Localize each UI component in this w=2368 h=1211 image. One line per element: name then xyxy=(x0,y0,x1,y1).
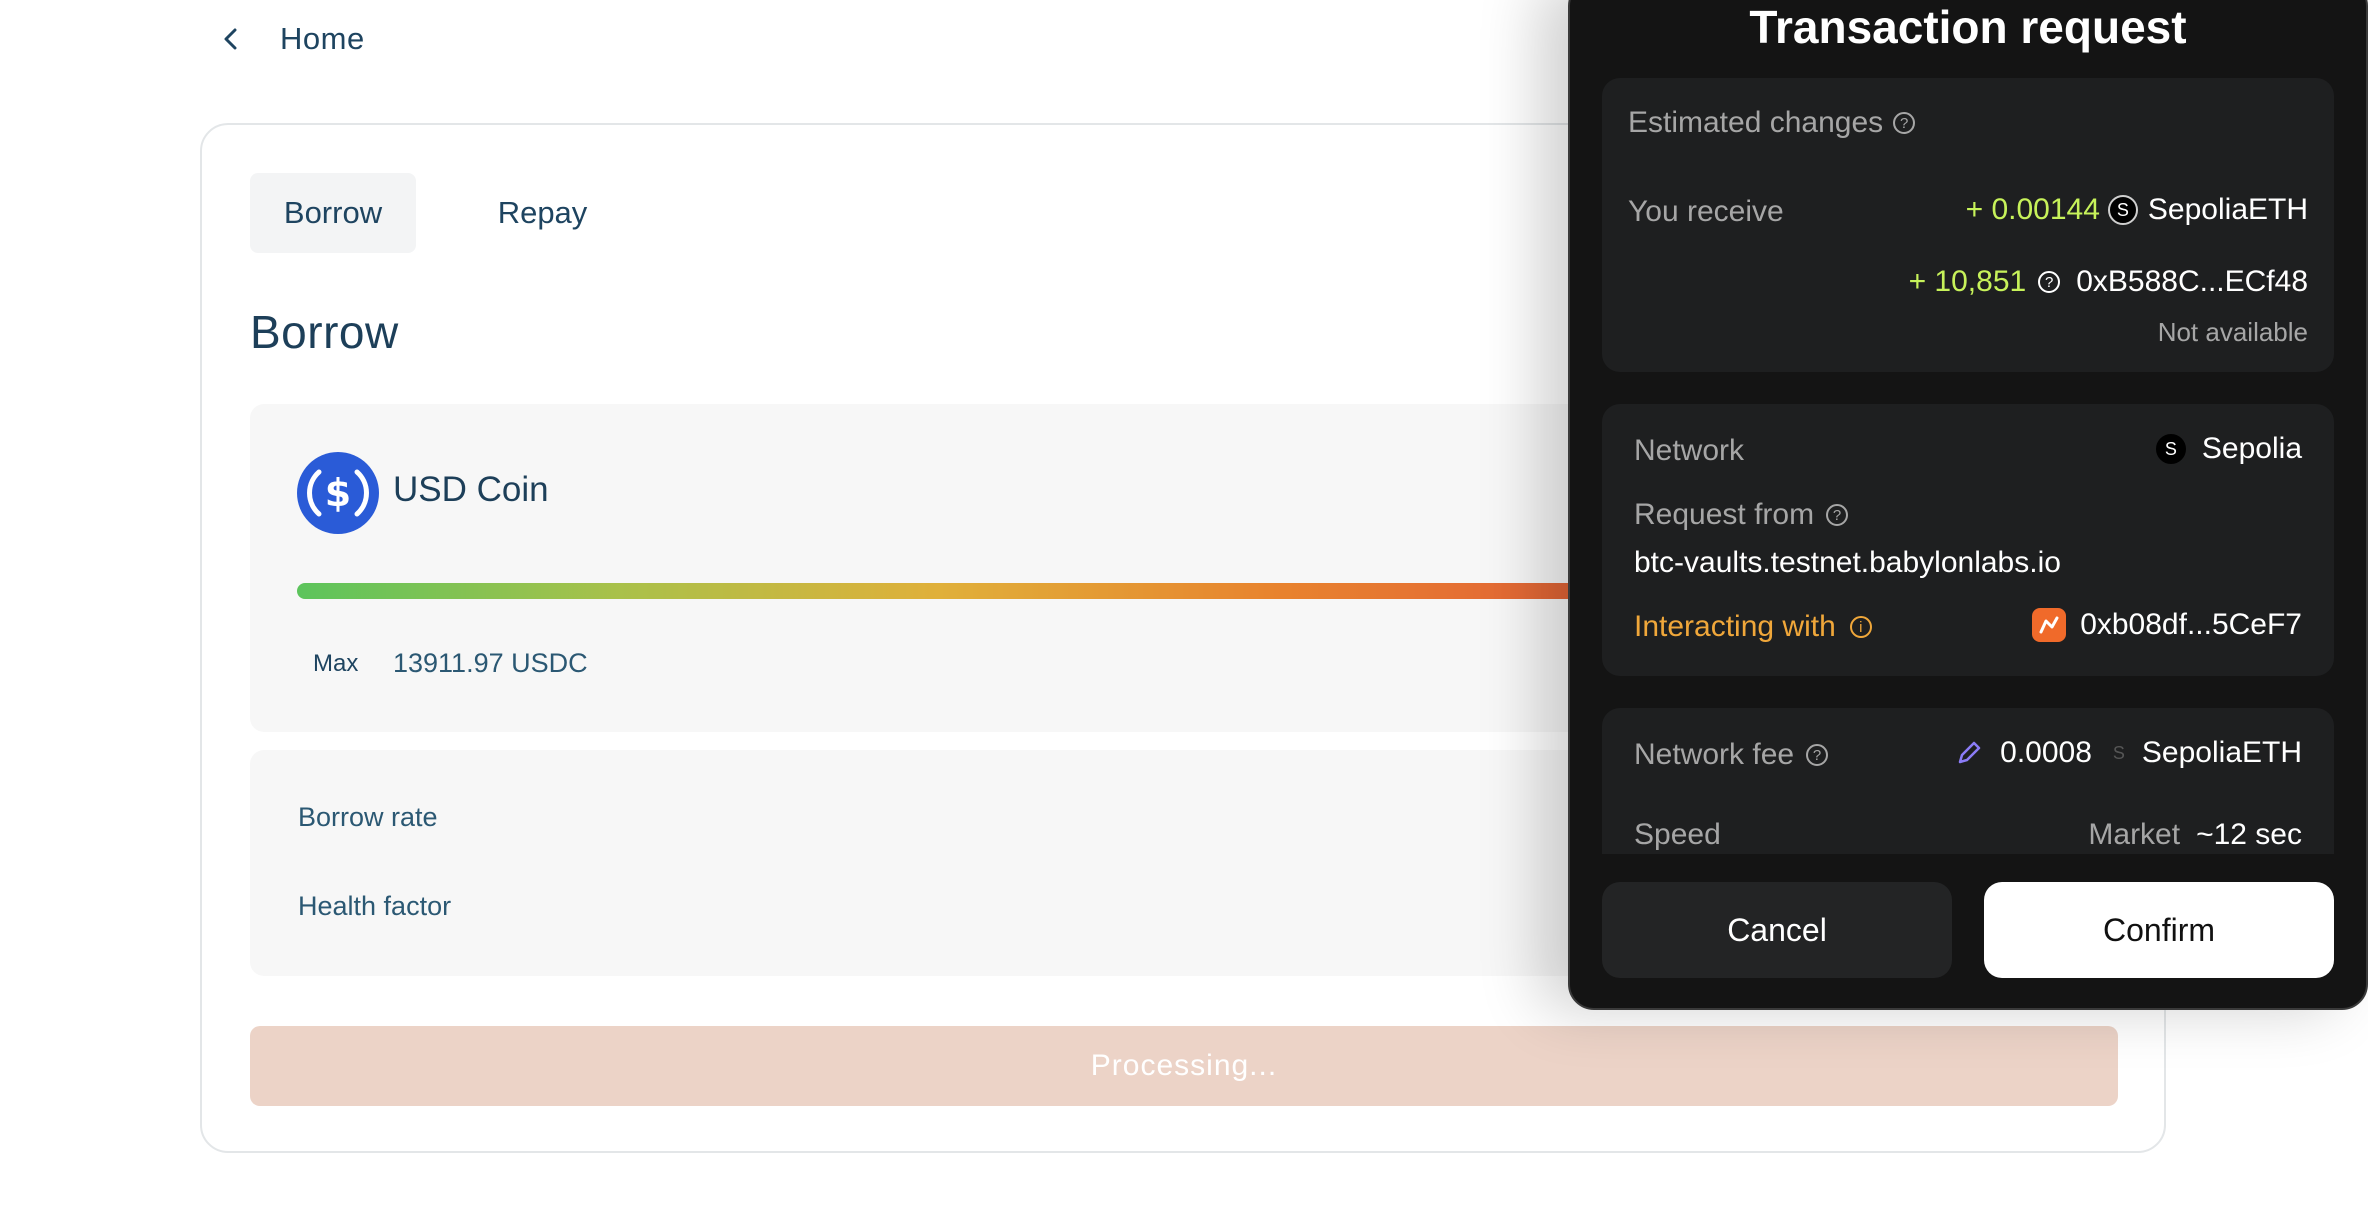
network-value-row: S Sepolia xyxy=(2155,432,2302,466)
receive-row-2: + 10,851 ? 0xB588C...ECf48 xyxy=(1909,265,2308,299)
request-from-label: Request from xyxy=(1634,498,1815,531)
you-receive-label: You receive xyxy=(1628,195,1784,228)
receive-amount-2: + 10,851 xyxy=(1908,265,2027,298)
network-label: Network xyxy=(1634,434,1745,467)
request-from-value: btc-vaults.testnet.babylonlabs.io xyxy=(1634,546,2061,579)
svg-text:$: $ xyxy=(325,471,351,515)
estimated-changes-label: Estimated changes xyxy=(1628,106,1884,139)
max-value[interactable]: 13911.97 USDC xyxy=(393,648,588,679)
tab-borrow[interactable]: Borrow xyxy=(250,173,416,253)
help-icon[interactable]: ? xyxy=(1893,112,1916,134)
network-fee-token: SepoliaETH xyxy=(2141,736,2302,769)
speed-label: Speed xyxy=(1634,818,1721,851)
edit-pencil-icon[interactable] xyxy=(1956,740,1982,766)
popup-title: Transaction request xyxy=(1749,1,2187,53)
request-from-header: Request from ? xyxy=(1634,498,1849,532)
sepolia-token-icon: S xyxy=(2107,195,2138,225)
sepolia-network-icon: S xyxy=(2155,434,2186,464)
help-icon[interactable]: ? xyxy=(1806,744,1829,766)
network-fee-label: Network fee xyxy=(1634,738,1795,771)
health-factor-label: Health factor xyxy=(298,891,452,921)
back-home-label: Home xyxy=(280,21,365,56)
interacting-with-label: Interacting with xyxy=(1634,610,1836,643)
interacting-with-header: Interacting with i xyxy=(1634,610,1872,644)
help-icon[interactable]: ? xyxy=(1826,504,1849,526)
network-fee-value-row: 0.0008 S SepoliaETH xyxy=(1956,736,2302,770)
network-fee-value: 0.0008 xyxy=(2000,736,2092,769)
info-icon[interactable]: i xyxy=(1849,616,1872,638)
chevron-left-icon xyxy=(224,28,237,50)
network-value: Sepolia xyxy=(2201,432,2302,465)
usdc-coin-icon: $ xyxy=(297,452,379,534)
max-label: Max xyxy=(313,650,359,677)
receive-amount-1: + 0.00144 xyxy=(1965,193,2100,226)
receive-token-2[interactable]: 0xB588C...ECf48 xyxy=(2076,265,2308,299)
section-title: Borrow xyxy=(250,306,399,358)
estimated-changes-header: Estimated changes ? xyxy=(1628,106,1916,140)
contract-icon xyxy=(2032,608,2067,642)
speed-value: ~12 sec xyxy=(2196,818,2302,851)
not-available-text: Not available xyxy=(2157,317,2308,347)
interacting-with-value[interactable]: 0xb08df...5CeF7 xyxy=(2080,608,2302,642)
unknown-token-icon: ? xyxy=(2038,271,2061,293)
borrow-rate-label: Borrow rate xyxy=(298,802,438,832)
network-fee-header: Network fee ? xyxy=(1634,738,1829,772)
confirm-button[interactable]: Confirm xyxy=(1984,882,2334,978)
sepolia-token-icon: S xyxy=(2112,743,2125,763)
asset-name: USD Coin xyxy=(393,470,549,509)
speed-value-row: Market ~12 sec xyxy=(2088,818,2302,852)
cancel-button[interactable]: Cancel xyxy=(1602,882,1952,978)
submit-button[interactable]: Processing... xyxy=(250,1026,2118,1106)
back-home-link[interactable]: Home xyxy=(220,14,365,64)
speed-mode: Market xyxy=(2088,818,2181,851)
receive-row-1: + 0.00144 S SepoliaETH xyxy=(1966,193,2308,227)
receive-token-1[interactable]: SepoliaETH xyxy=(2148,193,2308,227)
interacting-with-value-row: 0xb08df...5CeF7 xyxy=(2032,608,2302,642)
tab-repay[interactable]: Repay xyxy=(470,173,615,253)
